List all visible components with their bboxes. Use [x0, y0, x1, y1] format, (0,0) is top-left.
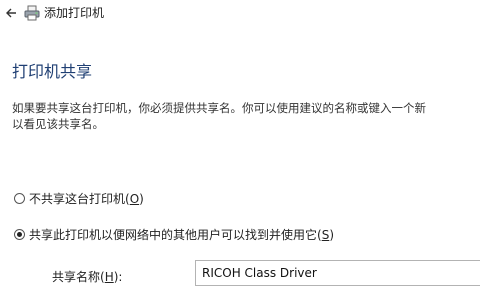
back-arrow-icon	[6, 8, 16, 18]
radio-label-do-not-share: 不共享这台打印机(O)	[29, 192, 144, 206]
share-name-label: 共享名称(H):	[52, 270, 123, 284]
page-heading: 打印机共享	[12, 62, 93, 81]
title-bar: 添加打印机	[0, 0, 480, 26]
description-line-1: 如果要共享这台打印机，你必须提供共享名。你可以使用建议的名称或键入一个新	[12, 101, 426, 115]
radio-share[interactable]: 共享此打印机以便网络中的其他用户可以找到并使用它(S)	[14, 226, 334, 243]
printer-icon	[24, 5, 40, 21]
share-name-input[interactable]	[195, 260, 480, 286]
radio-label-share: 共享此打印机以便网络中的其他用户可以找到并使用它(S)	[29, 228, 334, 242]
window-title: 添加打印机	[44, 6, 105, 20]
back-button[interactable]	[0, 3, 22, 23]
radio-button-share[interactable]	[14, 229, 25, 240]
radio-button-do-not-share[interactable]	[14, 193, 25, 204]
radio-do-not-share[interactable]: 不共享这台打印机(O)	[14, 190, 144, 207]
description-line-2: 以看见该共享名。	[12, 117, 104, 131]
description: 如果要共享这台打印机，你必须提供共享名。你可以使用建议的名称或键入一个新 以看见…	[12, 100, 480, 132]
